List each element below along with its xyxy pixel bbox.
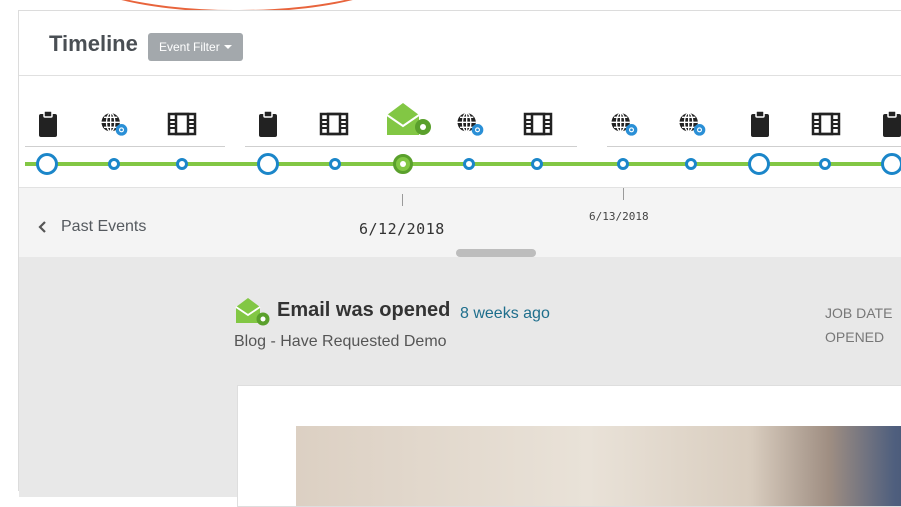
email-preview-card [237, 385, 901, 507]
film-icon[interactable] [167, 109, 197, 139]
meta-label-opened: OPENED [825, 329, 885, 345]
clipboard-icon[interactable] [745, 109, 775, 139]
globe-chrome-icon[interactable] [609, 109, 639, 139]
group-divider [245, 146, 577, 147]
timeline-panel: Timeline Event Filter Past Events 6/12/2… [18, 10, 901, 507]
page-title: Timeline [49, 31, 138, 56]
date-secondary: 6/13/2018 [589, 210, 649, 223]
timeline-node[interactable] [463, 158, 475, 170]
film-icon[interactable] [523, 109, 553, 139]
date-tick [623, 188, 624, 200]
timeline-header: Timeline Event Filter [19, 11, 901, 76]
timeline-icon-row [19, 95, 901, 145]
email-preview-image [296, 426, 901, 506]
event-time-ago[interactable]: 8 weeks ago [460, 305, 550, 323]
meta-label-job-date: JOB DATE [825, 305, 893, 321]
group-divider [607, 146, 901, 147]
globe-chrome-icon[interactable] [99, 109, 129, 139]
chevron-left-icon [38, 221, 46, 233]
film-icon[interactable] [811, 109, 841, 139]
caret-down-icon [223, 45, 232, 49]
timeline-node[interactable] [257, 153, 279, 175]
group-divider [25, 146, 225, 147]
timeline-node[interactable] [176, 158, 188, 170]
date-tick [402, 194, 403, 206]
globe-chrome-icon[interactable] [677, 109, 707, 139]
timeline-node[interactable] [108, 158, 120, 170]
date-bar: Past Events 6/12/2018 6/13/2018 [19, 187, 901, 259]
event-title: Email was opened [277, 299, 451, 321]
event-detail: Email was opened 8 weeks ago Blog - Have… [19, 257, 901, 507]
timeline-node[interactable] [881, 153, 901, 175]
event-filter-button[interactable]: Event Filter [148, 33, 243, 61]
timeline-node[interactable] [819, 158, 831, 170]
email-open-icon[interactable] [385, 99, 433, 139]
clipboard-icon[interactable] [253, 109, 283, 139]
date-primary: 6/12/2018 [359, 220, 445, 238]
event-filter-label: Event Filter [159, 40, 220, 54]
timeline-node[interactable] [329, 158, 341, 170]
film-icon[interactable] [319, 109, 349, 139]
timeline-node-active[interactable] [393, 154, 413, 174]
past-events-link[interactable]: Past Events [37, 218, 146, 236]
past-events-label: Past Events [61, 218, 147, 235]
email-open-icon [235, 295, 271, 329]
timeline-node[interactable] [617, 158, 629, 170]
timeline-scroll-handle[interactable] [456, 249, 536, 257]
globe-chrome-icon[interactable] [455, 109, 485, 139]
timeline-node[interactable] [748, 153, 770, 175]
timeline-node[interactable] [685, 158, 697, 170]
clipboard-icon[interactable] [877, 109, 901, 139]
clipboard-icon[interactable] [33, 109, 63, 139]
event-subtitle: Blog - Have Requested Demo [234, 333, 447, 350]
timeline-node[interactable] [531, 158, 543, 170]
timeline-node[interactable] [36, 153, 58, 175]
